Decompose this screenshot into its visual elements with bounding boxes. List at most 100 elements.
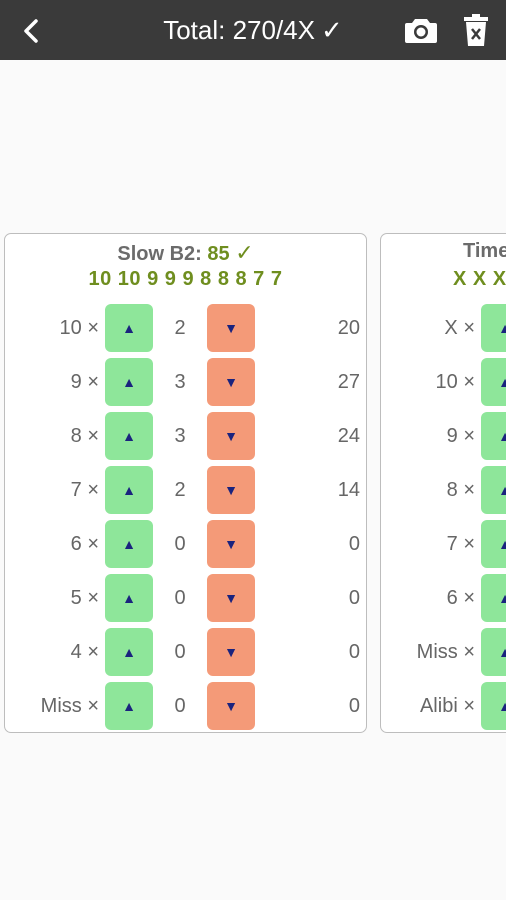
score-row: 7 × ▲ 2 ▼ 14: [5, 465, 366, 515]
row-label: 9 ×: [446, 425, 475, 447]
score-row: 7 × ▲: [381, 519, 506, 569]
score-card-slow-b2: Slow B2: 85 ✓ 10 10 9 9 9 8 8 8 7 7 10 ×…: [4, 233, 367, 733]
decrement-button[interactable]: ▼: [207, 628, 255, 676]
arrow-up-icon: ▲: [498, 320, 506, 336]
increment-button[interactable]: ▲: [105, 412, 153, 460]
increment-button[interactable]: ▲: [105, 304, 153, 352]
shot-sequence: X X X: [453, 268, 506, 290]
increment-button[interactable]: ▲: [481, 682, 506, 730]
score-row: 8 × ▲ 3 ▼ 24: [5, 411, 366, 461]
decrement-button[interactable]: ▼: [207, 574, 255, 622]
arrow-up-icon: ▲: [122, 374, 136, 390]
total-text: Total: 270/4X: [163, 14, 315, 45]
row-label: 8 ×: [446, 479, 475, 501]
arrow-up-icon: ▲: [122, 320, 136, 336]
arrow-up-icon: ▲: [498, 482, 506, 498]
arrow-down-icon: ▼: [224, 428, 238, 444]
row-label: X ×: [444, 317, 475, 339]
arrow-up-icon: ▲: [498, 644, 506, 660]
decrement-button[interactable]: ▼: [207, 358, 255, 406]
row-label: 7 ×: [446, 533, 475, 555]
score-row: 10 × ▲: [381, 357, 506, 407]
row-total: 24: [337, 425, 360, 447]
score-row: 5 × ▲ 0 ▼ 0: [5, 573, 366, 623]
row-count: 0: [174, 641, 186, 663]
row-count: 0: [174, 533, 186, 555]
score-row: Miss × ▲ 0 ▼ 0: [5, 681, 366, 731]
row-label: 7 ×: [70, 479, 99, 501]
decrement-button[interactable]: ▼: [207, 412, 255, 460]
row-label: 8 ×: [70, 425, 99, 447]
top-app-bar: Total: 270/4X ✓: [0, 0, 506, 60]
score-row: 6 × ▲: [381, 573, 506, 623]
score-row: 10 × ▲ 2 ▼ 20: [5, 303, 366, 353]
arrow-down-icon: ▼: [224, 536, 238, 552]
row-label: Miss ×: [40, 695, 99, 717]
row-label: 10 ×: [59, 317, 99, 339]
increment-button[interactable]: ▲: [105, 574, 153, 622]
increment-button[interactable]: ▲: [105, 520, 153, 568]
row-label: 5 ×: [70, 587, 99, 609]
decrement-button[interactable]: ▼: [207, 682, 255, 730]
arrow-up-icon: ▲: [122, 482, 136, 498]
decrement-button[interactable]: ▼: [207, 466, 255, 514]
row-count: 0: [174, 695, 186, 717]
increment-button[interactable]: ▲: [481, 466, 506, 514]
row-total: 20: [337, 317, 360, 339]
row-count: 3: [174, 425, 186, 447]
arrow-down-icon: ▼: [224, 320, 238, 336]
row-label: 6 ×: [446, 587, 475, 609]
increment-button[interactable]: ▲: [105, 358, 153, 406]
arrow-up-icon: ▲: [122, 644, 136, 660]
check-icon: ✓: [235, 240, 254, 265]
increment-button[interactable]: ▲: [105, 682, 153, 730]
arrow-up-icon: ▲: [498, 536, 506, 552]
arrow-up-icon: ▲: [122, 590, 136, 606]
row-count: 2: [174, 317, 186, 339]
camera-button[interactable]: [402, 12, 440, 48]
decrement-button[interactable]: ▼: [207, 520, 255, 568]
arrow-up-icon: ▲: [498, 428, 506, 444]
arrow-up-icon: ▲: [122, 698, 136, 714]
card-title-label: Slow B2:: [117, 243, 202, 265]
score-row: Miss × ▲: [381, 627, 506, 677]
row-label: 4 ×: [70, 641, 99, 663]
arrow-down-icon: ▼: [224, 644, 238, 660]
increment-button[interactable]: ▲: [105, 466, 153, 514]
increment-button[interactable]: ▲: [481, 304, 506, 352]
row-label: Alibi ×: [419, 695, 475, 717]
increment-button[interactable]: ▲: [481, 520, 506, 568]
arrow-up-icon: ▲: [498, 590, 506, 606]
check-icon: ✓: [320, 14, 343, 45]
increment-button[interactable]: ▲: [481, 574, 506, 622]
row-total: 0: [348, 533, 360, 555]
score-row: Alibi × ▲: [381, 681, 506, 731]
score-card-time: Time X X X X × ▲ 10 × ▲ 9 × ▲ 8 × ▲ 7 × …: [380, 233, 506, 733]
score-row: 6 × ▲ 0 ▼ 0: [5, 519, 366, 569]
shot-sequence: 10 10 9 9 9 8 8 8 7 7: [88, 268, 283, 290]
row-label: 9 ×: [70, 371, 99, 393]
row-label: 10 ×: [435, 371, 475, 393]
increment-button[interactable]: ▲: [481, 628, 506, 676]
arrow-down-icon: ▼: [224, 482, 238, 498]
score-row: 8 × ▲: [381, 465, 506, 515]
increment-button[interactable]: ▲: [481, 412, 506, 460]
trash-icon: [464, 14, 488, 46]
score-row: X × ▲: [381, 303, 506, 353]
decrement-button[interactable]: ▼: [207, 304, 255, 352]
delete-button[interactable]: [458, 10, 494, 50]
score-row: 4 × ▲ 0 ▼ 0: [5, 627, 366, 677]
card-score: 85: [207, 243, 230, 265]
score-row: 9 × ▲: [381, 411, 506, 461]
arrow-down-icon: ▼: [224, 374, 238, 390]
arrow-up-icon: ▲: [122, 428, 136, 444]
card-title: Time: [381, 240, 506, 263]
row-label: Miss ×: [416, 641, 475, 663]
increment-button[interactable]: ▲: [481, 358, 506, 406]
row-count: 2: [174, 479, 186, 501]
arrow-up-icon: ▲: [122, 536, 136, 552]
increment-button[interactable]: ▲: [105, 628, 153, 676]
row-total: 0: [348, 641, 360, 663]
row-count: 3: [174, 371, 186, 393]
card-title: Slow B2: 85 ✓: [5, 240, 366, 266]
